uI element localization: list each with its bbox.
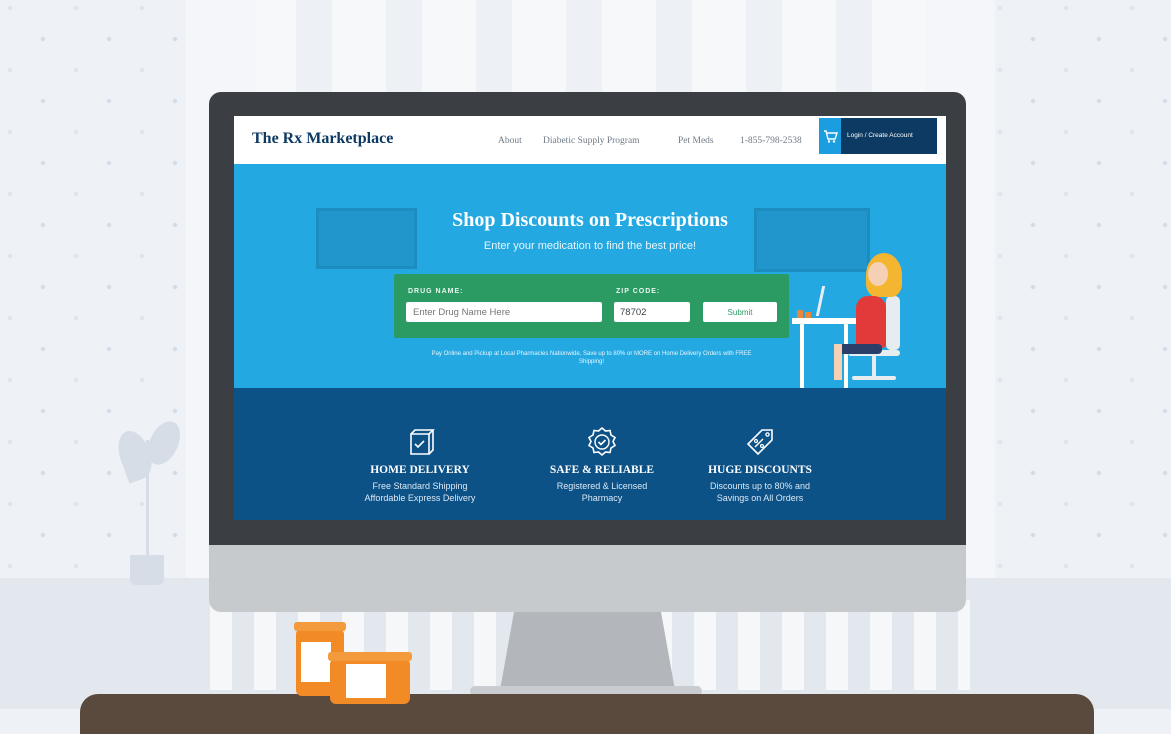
feature-home-delivery: HOME DELIVERY Free Standard Shipping Aff… xyxy=(330,426,510,504)
hero-subtitle: Enter your medication to find the best p… xyxy=(483,240,697,252)
website-screen: The Rx Marketplace About Diabetic Supply… xyxy=(234,116,946,520)
discount-tag-icon xyxy=(746,429,773,456)
feature-title: HOME DELIVERY xyxy=(370,464,470,476)
zip-code-label: ZIP CODE: xyxy=(616,288,661,295)
feature-title: SAFE & RELIABLE xyxy=(549,464,655,476)
chair-base xyxy=(852,376,896,380)
feature-description-line: Affordable Express Delivery xyxy=(364,493,476,503)
feature-safe-reliable: SAFE & RELIABLE Registered & Licensed Ph… xyxy=(512,426,692,504)
hero-promo-note: Pay Online and Pickup at Local Pharmacie… xyxy=(431,351,752,365)
login-label: Login / Create Account xyxy=(847,132,913,139)
nav-link-diabetic-supply-program[interactable]: Diabetic Supply Program xyxy=(543,136,640,146)
plant-pot xyxy=(130,555,164,585)
site-header: The Rx Marketplace About Diabetic Supply… xyxy=(234,116,946,164)
chair-post xyxy=(872,356,876,376)
monitor-chin xyxy=(209,545,966,612)
nav-link-about[interactable]: About xyxy=(498,136,522,146)
nav-link-pet-meds[interactable]: Pet Meds xyxy=(678,136,714,146)
woman-face xyxy=(868,262,888,286)
hero-section: Shop Discounts on Prescriptions Enter yo… xyxy=(234,164,946,388)
laptop-illustration xyxy=(815,286,826,316)
pill-bottle-cap xyxy=(294,622,346,631)
hero-title: Shop Discounts on Prescriptions xyxy=(452,209,728,231)
pill-bottle xyxy=(328,652,412,704)
feature-description-line: Savings on All Orders xyxy=(716,493,804,503)
login-create-account-button[interactable]: Login / Create Account xyxy=(819,118,937,154)
woman-shin xyxy=(834,344,842,380)
box-icon xyxy=(410,429,435,455)
site-logo[interactable]: The Rx Marketplace xyxy=(252,130,393,148)
drug-name-label: DRUG NAME: xyxy=(408,288,464,295)
feature-huge-discounts: HUGE DISCOUNTS Discounts up to 80% and S… xyxy=(670,426,850,504)
drug-name-input[interactable] xyxy=(406,302,602,322)
desk-leg xyxy=(800,324,804,388)
desk-leg xyxy=(844,324,848,388)
feature-description-line: Discounts up to 80% and xyxy=(709,481,811,491)
chair-illustration xyxy=(886,296,900,350)
pill-bottle-illustration xyxy=(797,310,803,318)
drug-search-form: DRUG NAME: ZIP CODE: Submit xyxy=(394,274,789,338)
desk-surface xyxy=(80,694,1094,734)
submit-button[interactable]: Submit xyxy=(703,302,777,322)
cart-button[interactable] xyxy=(819,118,841,154)
monitor-stand xyxy=(500,612,675,690)
phone-number-link[interactable]: 1-855-798-2538 xyxy=(740,136,802,146)
pill-bottle-label xyxy=(346,664,386,698)
zip-code-input[interactable] xyxy=(614,302,690,322)
feature-title: HUGE DISCOUNTS xyxy=(708,464,812,476)
cart-icon xyxy=(824,130,838,143)
feature-description-line: Free Standard Shipping xyxy=(372,481,468,491)
features-section: HOME DELIVERY Free Standard Shipping Aff… xyxy=(234,388,946,520)
badge-check-icon xyxy=(587,426,617,457)
woman-illustration xyxy=(856,296,886,348)
feature-description-line: Pharmacy xyxy=(581,493,623,503)
pill-bottle-label xyxy=(301,642,331,682)
feature-description-line: Registered & Licensed xyxy=(556,481,648,491)
pill-bottle-cap xyxy=(328,652,412,661)
